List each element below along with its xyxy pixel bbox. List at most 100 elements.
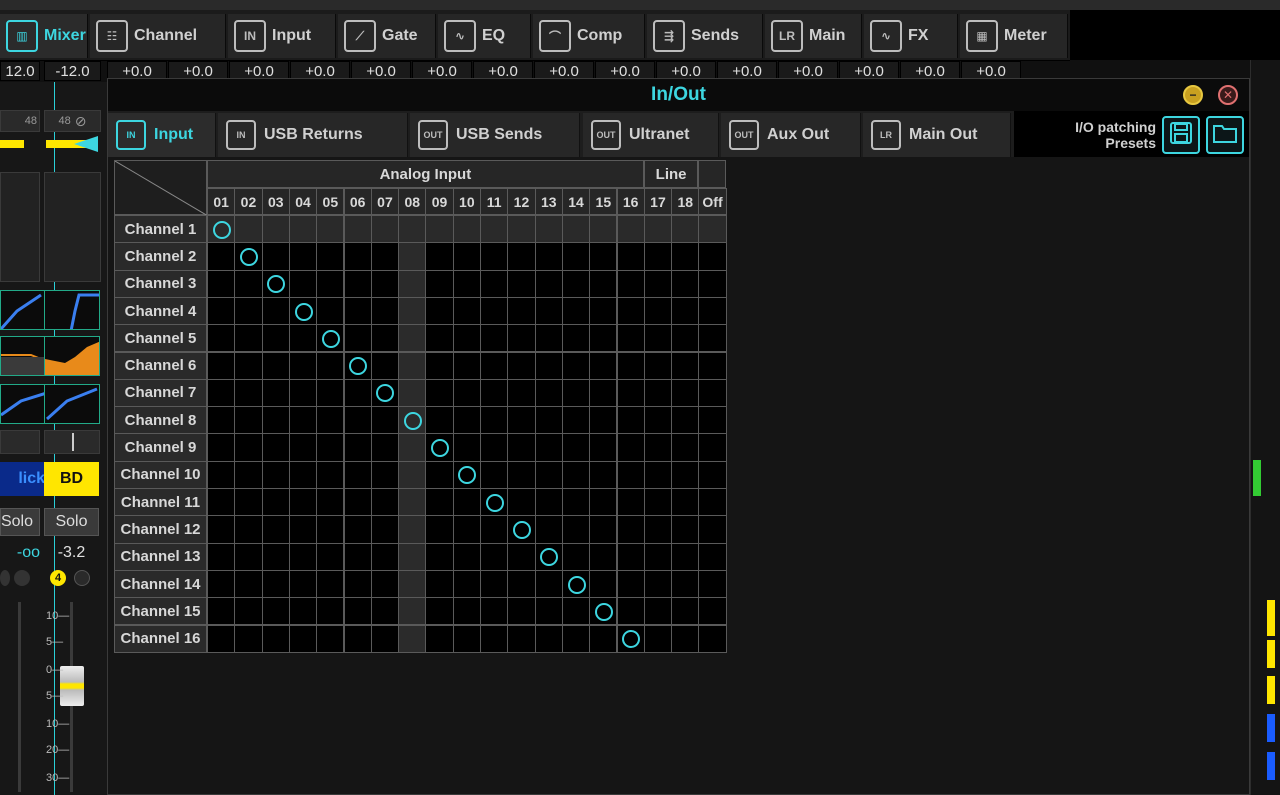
eq-curve-icon[interactable] bbox=[44, 336, 100, 376]
patch-cell[interactable] bbox=[398, 406, 427, 435]
patch-cell[interactable] bbox=[671, 406, 700, 435]
patch-cell[interactable] bbox=[698, 542, 727, 571]
patch-cell[interactable] bbox=[343, 351, 372, 380]
patch-cell[interactable] bbox=[698, 406, 727, 435]
patch-cell[interactable] bbox=[261, 515, 290, 544]
patch-cell[interactable] bbox=[452, 406, 481, 435]
patch-cell[interactable] bbox=[507, 378, 536, 408]
patch-cell[interactable] bbox=[288, 488, 318, 517]
patch-cell[interactable] bbox=[261, 433, 290, 462]
patch-cell[interactable] bbox=[288, 515, 318, 544]
patch-cell[interactable] bbox=[425, 242, 454, 271]
top-tab-mixer[interactable]: ▥ Mixer bbox=[0, 14, 88, 58]
patch-cell[interactable] bbox=[561, 460, 591, 489]
patch-cell[interactable] bbox=[534, 433, 563, 462]
patch-cell[interactable] bbox=[452, 269, 481, 298]
patch-cell[interactable] bbox=[370, 296, 400, 326]
patch-cell[interactable] bbox=[234, 460, 263, 489]
patch-cell[interactable] bbox=[207, 215, 236, 244]
patch-cell[interactable] bbox=[643, 569, 673, 599]
patch-cell[interactable] bbox=[507, 542, 536, 571]
patch-cell[interactable] bbox=[343, 215, 372, 244]
pan-control[interactable] bbox=[0, 430, 40, 454]
patch-cell[interactable] bbox=[425, 351, 454, 380]
top-tab-main[interactable]: LR Main bbox=[765, 14, 862, 58]
patch-cell[interactable] bbox=[452, 597, 481, 626]
top-tab-eq[interactable]: ∿ EQ bbox=[438, 14, 531, 58]
patch-cell[interactable] bbox=[616, 433, 645, 462]
patch-cell[interactable] bbox=[589, 515, 618, 544]
patch-cell[interactable] bbox=[425, 324, 454, 353]
patch-cell[interactable] bbox=[480, 542, 509, 571]
patch-cell[interactable] bbox=[616, 242, 645, 271]
patch-cell[interactable] bbox=[589, 215, 618, 244]
patch-cell[interactable] bbox=[370, 569, 400, 599]
patch-cell[interactable] bbox=[288, 542, 318, 571]
patch-cell[interactable] bbox=[671, 488, 700, 517]
patch-cell[interactable] bbox=[561, 215, 591, 244]
patch-cell[interactable] bbox=[643, 351, 673, 380]
patch-cell[interactable] bbox=[425, 460, 454, 489]
patch-cell[interactable] bbox=[288, 569, 318, 599]
patch-cell[interactable] bbox=[398, 351, 427, 380]
patch-cell[interactable] bbox=[643, 269, 673, 298]
patch-cell[interactable] bbox=[698, 351, 727, 380]
patch-cell[interactable] bbox=[261, 569, 290, 599]
io-tab-usb-sends[interactable]: OUT USB Sends bbox=[410, 113, 580, 157]
patch-cell[interactable] bbox=[480, 242, 509, 271]
patch-cell[interactable] bbox=[398, 515, 427, 544]
patch-cell[interactable] bbox=[671, 215, 700, 244]
patch-cell[interactable] bbox=[507, 351, 536, 380]
patch-cell[interactable] bbox=[698, 597, 727, 626]
patch-cell[interactable] bbox=[288, 624, 318, 653]
patch-cell[interactable] bbox=[234, 242, 263, 271]
patch-cell[interactable] bbox=[234, 406, 263, 435]
patch-cell[interactable] bbox=[698, 378, 727, 408]
patch-cell[interactable] bbox=[480, 597, 509, 626]
patch-cell[interactable] bbox=[534, 515, 563, 544]
patch-cell[interactable] bbox=[207, 597, 236, 626]
patch-cell[interactable] bbox=[561, 597, 591, 626]
patch-cell[interactable] bbox=[589, 597, 618, 626]
patch-cell[interactable] bbox=[234, 351, 263, 380]
patch-cell[interactable] bbox=[561, 624, 591, 653]
patch-cell[interactable] bbox=[207, 624, 236, 653]
patch-cell[interactable] bbox=[480, 624, 509, 653]
patch-cell[interactable] bbox=[589, 242, 618, 271]
patch-cell[interactable] bbox=[316, 324, 345, 353]
patch-cell[interactable] bbox=[425, 488, 454, 517]
patch-cell[interactable] bbox=[534, 269, 563, 298]
patch-cell[interactable] bbox=[207, 433, 236, 462]
patch-cell[interactable] bbox=[698, 324, 727, 353]
patch-cell[interactable] bbox=[643, 624, 673, 653]
patch-cell[interactable] bbox=[616, 296, 645, 326]
patch-cell[interactable] bbox=[616, 597, 645, 626]
patch-cell[interactable] bbox=[534, 624, 563, 653]
patch-cell[interactable] bbox=[452, 296, 481, 326]
patch-cell[interactable] bbox=[261, 542, 290, 571]
patch-cell[interactable] bbox=[398, 488, 427, 517]
patch-cell[interactable] bbox=[561, 378, 591, 408]
patch-cell[interactable] bbox=[425, 515, 454, 544]
patch-cell[interactable] bbox=[370, 542, 400, 571]
patch-cell[interactable] bbox=[643, 242, 673, 271]
patch-cell[interactable] bbox=[480, 351, 509, 380]
patch-cell[interactable] bbox=[480, 324, 509, 353]
patch-cell[interactable] bbox=[643, 215, 673, 244]
patch-cell[interactable] bbox=[425, 569, 454, 599]
patch-cell[interactable] bbox=[671, 569, 700, 599]
patch-cell[interactable] bbox=[698, 215, 727, 244]
patch-cell[interactable] bbox=[480, 378, 509, 408]
patch-cell[interactable] bbox=[425, 624, 454, 653]
patch-cell[interactable] bbox=[589, 624, 618, 653]
patch-cell[interactable] bbox=[507, 406, 536, 435]
patch-cell[interactable] bbox=[261, 488, 290, 517]
patch-cell[interactable] bbox=[343, 296, 372, 326]
patch-cell[interactable] bbox=[370, 624, 400, 653]
patch-cell[interactable] bbox=[398, 569, 427, 599]
patch-cell[interactable] bbox=[452, 515, 481, 544]
patch-cell[interactable] bbox=[288, 215, 318, 244]
patch-cell[interactable] bbox=[234, 378, 263, 408]
patch-cell[interactable] bbox=[288, 378, 318, 408]
gate-curve-icon[interactable] bbox=[44, 290, 100, 330]
